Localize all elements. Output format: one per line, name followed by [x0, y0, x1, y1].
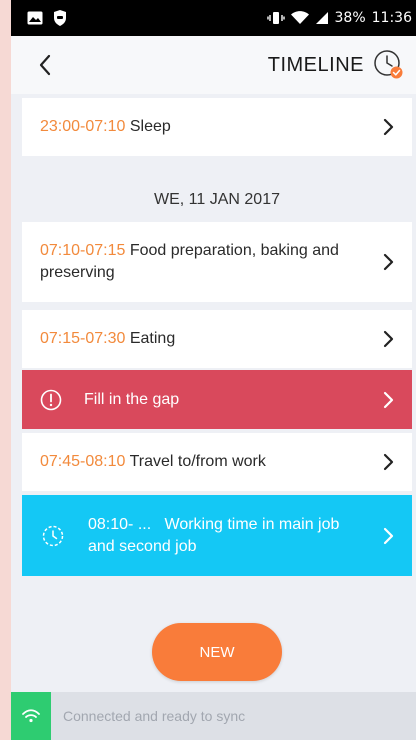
entry-text: 08:10- ... Working time in main job and …: [88, 514, 364, 558]
date-header: WE, 11 JAN 2017: [154, 191, 280, 208]
chevron-right-icon: [383, 391, 394, 408]
phone-screen: 38% 11:36 TIMELINE 23:00-07:10 Sleep WE,…: [11, 0, 416, 740]
sync-status-text: Connected and ready to sync: [63, 708, 246, 724]
image-notification-icon: [27, 11, 43, 25]
entry-text: 07:45-08:10 Travel to/from work: [40, 451, 266, 473]
entry-time: 07:10-07:15: [40, 242, 126, 259]
entry-time: 23:00-07:10: [40, 118, 126, 135]
vibrate-icon: [266, 11, 285, 25]
entry-time: 07:45-08:10: [40, 453, 126, 470]
entry-time: 07:15-07:30: [40, 330, 126, 347]
clock-check-icon: [374, 50, 403, 79]
clock-dashed-icon: [42, 525, 64, 546]
wifi-icon: [290, 11, 309, 25]
fill-gap-label: Fill in the gap: [84, 390, 180, 408]
entry-time: 08:10- ...: [88, 515, 152, 533]
timeline-clock-button[interactable]: [372, 48, 406, 82]
entry-text: 07:10-07:15 Food preparation, baking and…: [40, 240, 364, 284]
new-button[interactable]: NEW: [152, 623, 282, 681]
fill-gap-row[interactable]: Fill in the gap: [22, 370, 412, 429]
list-item[interactable]: 23:00-07:10 Sleep: [22, 98, 412, 156]
chevron-left-icon: [39, 54, 51, 76]
entry-label: Sleep: [129, 118, 171, 135]
shield-notification-icon: [53, 10, 67, 26]
clock-time: 11:36: [371, 10, 412, 26]
chevron-right-icon: [383, 253, 394, 271]
entry-text: 07:15-07:30 Eating: [40, 328, 175, 350]
entry-label: Travel to/from work: [129, 453, 266, 470]
list-item[interactable]: 07:15-07:30 Eating: [22, 310, 412, 368]
app-header: TIMELINE: [11, 36, 416, 94]
working-time-row[interactable]: 08:10- ... Working time in main job and …: [22, 495, 412, 576]
list-item[interactable]: 07:10-07:15 Food preparation, baking and…: [22, 222, 412, 302]
entry-label: Eating: [129, 330, 176, 347]
chevron-right-icon: [383, 330, 394, 348]
list-item[interactable]: 07:45-08:10 Travel to/from work: [22, 433, 412, 491]
back-button[interactable]: [31, 50, 59, 80]
status-bar: 38% 11:36: [11, 0, 416, 36]
alert-icon: [40, 389, 62, 410]
chevron-right-icon: [383, 527, 394, 544]
sync-bar: Connected and ready to sync: [11, 692, 416, 740]
sync-status-box: [11, 692, 51, 740]
wifi-icon: [22, 709, 40, 723]
signal-icon: [315, 11, 329, 25]
chevron-right-icon: [383, 453, 394, 471]
page-title: TIMELINE: [267, 54, 364, 76]
battery-percent: 38%: [334, 10, 366, 26]
chevron-right-icon: [383, 118, 394, 136]
entry-text: 23:00-07:10 Sleep: [40, 116, 171, 138]
